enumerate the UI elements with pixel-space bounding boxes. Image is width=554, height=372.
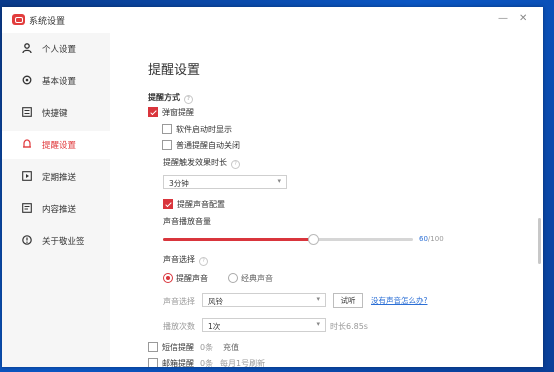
title-bar: 系统设置 — ✕ [2, 7, 543, 33]
user-icon [22, 43, 32, 53]
sidebar-item-shortcuts[interactable]: 快捷键 [2, 99, 110, 127]
preview-sound-button[interactable]: 试听 [333, 293, 363, 308]
email-refresh-note: 每月1号刷新 [220, 359, 266, 367]
show-on-start-checkbox[interactable] [162, 124, 172, 134]
play-count-select[interactable]: 1次 ▾ [202, 318, 326, 332]
sidebar-item-label: 个人设置 [42, 45, 77, 55]
schedule-icon [22, 171, 32, 181]
effect-duration-text: 提醒触发效果时长 [163, 158, 227, 167]
help-icon[interactable]: ? [199, 257, 208, 266]
email-reminder-checkbox[interactable] [148, 358, 158, 367]
sms-count: 0条 [200, 343, 214, 352]
show-on-start-label: 软件启动时显示 [176, 125, 232, 134]
play-duration-text: 时长6.85s [330, 322, 368, 331]
auto-close-checkbox[interactable] [162, 140, 172, 150]
sms-recharge-link[interactable]: 充值 [223, 342, 239, 353]
popup-reminder-label: 弹窗提醒 [162, 108, 194, 117]
window-title: 系统设置 [29, 17, 66, 27]
close-button[interactable]: ✕ [519, 13, 527, 24]
effect-duration-label: 提醒触发效果时长? [163, 157, 240, 169]
no-sound-help-link[interactable]: 没有声音怎么办? [371, 295, 427, 306]
page-title: 提醒设置 [148, 63, 201, 78]
volume-value: 60 [419, 235, 428, 243]
sound-config-checkbox[interactable] [163, 199, 173, 209]
bell-icon [23, 139, 31, 148]
sms-reminder-label: 短信提醒 [162, 343, 194, 352]
scrollbar-thumb[interactable] [538, 218, 541, 264]
classic-sound-radio[interactable] [228, 273, 238, 283]
reminder-sound-radio[interactable] [163, 273, 173, 283]
volume-slider-handle[interactable] [308, 234, 319, 245]
info-icon [22, 235, 32, 245]
effect-duration-value: 3分钟 [169, 179, 189, 188]
popup-reminder-checkbox[interactable] [148, 107, 158, 117]
chevron-down-icon: ▾ [316, 295, 320, 303]
settings-window: 系统设置 — ✕ 个人设置 基本设置 快捷键 提醒设置 定期推送 内容推送 关于… [2, 7, 543, 367]
document-icon [22, 203, 32, 213]
sidebar-item-label: 关于敬业签 [42, 237, 85, 247]
sound-config-label: 提醒声音配置 [177, 200, 225, 209]
sidebar-item-personal[interactable]: 个人设置 [2, 35, 110, 63]
sidebar-item-content-push[interactable]: 内容推送 [2, 195, 110, 223]
reminder-settings-panel: 提醒设置 提醒方式? 弹窗提醒 软件启动时显示 普通提醒自动关闭 提醒触发效果时… [110, 33, 543, 367]
sidebar-item-basic[interactable]: 基本设置 [2, 67, 110, 95]
chevron-down-icon: ▾ [277, 177, 281, 185]
sidebar-item-scheduled-push[interactable]: 定期推送 [2, 163, 110, 191]
sound-select[interactable]: 风铃 ▾ [202, 293, 326, 307]
sidebar-item-reminders[interactable]: 提醒设置 [2, 131, 110, 159]
volume-slider-fill [163, 238, 313, 241]
sms-reminder-checkbox[interactable] [148, 342, 158, 352]
volume-readout: 60/100 [419, 235, 444, 243]
reminder-method-label: 提醒方式 [148, 93, 180, 102]
email-reminder-label: 邮箱提醒 [162, 359, 194, 367]
sidebar-item-label: 提醒设置 [42, 141, 77, 151]
help-icon[interactable]: ? [184, 95, 193, 104]
play-count-label: 播放次数 [163, 322, 195, 331]
sound-choice-text: 声音选择 [163, 255, 195, 264]
play-count-value: 1次 [208, 322, 221, 331]
sidebar-item-about[interactable]: 关于敬业签 [2, 227, 110, 255]
volume-label: 声音播放音量 [163, 217, 211, 226]
effect-duration-select[interactable]: 3分钟 ▾ [163, 175, 287, 189]
chevron-down-icon: ▾ [316, 320, 320, 328]
sidebar-item-label: 基本设置 [42, 77, 77, 87]
keyboard-icon [22, 107, 32, 117]
gear-icon [22, 75, 32, 85]
sidebar: 个人设置 基本设置 快捷键 提醒设置 定期推送 内容推送 关于敬业签 [2, 33, 110, 367]
auto-close-label: 普通提醒自动关闭 [176, 141, 240, 150]
app-logo-icon [12, 14, 25, 25]
sidebar-item-label: 定期推送 [42, 173, 77, 183]
help-icon[interactable]: ? [231, 160, 240, 169]
sound-select-label: 声音选择 [163, 297, 195, 306]
classic-sound-label: 经典声音 [241, 274, 273, 283]
volume-max: /100 [427, 235, 444, 243]
volume-slider[interactable] [163, 234, 413, 245]
sound-choice-label: 声音选择? [163, 254, 208, 266]
email-count: 0条 [200, 359, 214, 367]
minimize-button[interactable]: — [498, 13, 508, 24]
sidebar-item-label: 快捷键 [42, 109, 68, 119]
reminder-method-heading: 提醒方式? [148, 92, 193, 104]
sidebar-item-label: 内容推送 [42, 205, 77, 215]
reminder-sound-label: 提醒声音 [176, 274, 208, 283]
sound-select-value: 风铃 [208, 297, 223, 306]
